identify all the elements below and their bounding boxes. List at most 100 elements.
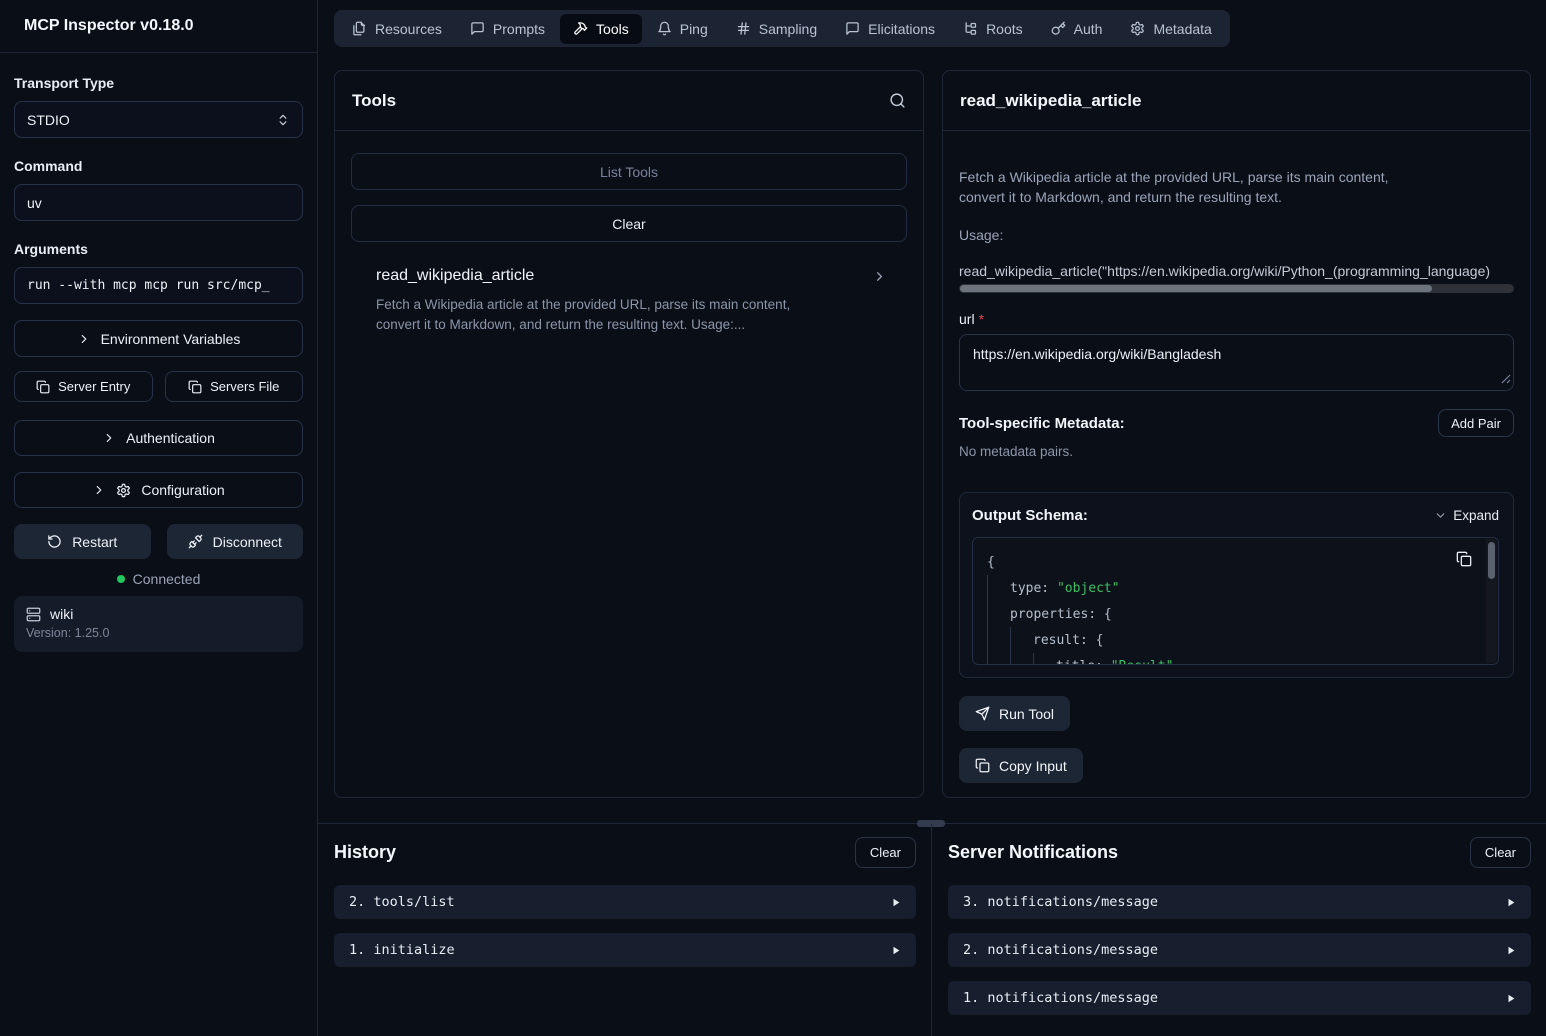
code-line: title: "Result" xyxy=(987,653,1472,665)
transport-type-label: Transport Type xyxy=(14,75,303,91)
usage-label: Usage: xyxy=(959,227,1514,243)
servers-file-button[interactable]: Servers File xyxy=(165,371,304,402)
notification-item[interactable]: 2. notifications/message xyxy=(948,933,1531,967)
chevron-right-icon xyxy=(102,431,116,445)
server-entry-row: Server Entry Servers File xyxy=(14,371,303,402)
key-icon xyxy=(1051,21,1066,36)
tab-ping[interactable]: Ping xyxy=(644,14,721,44)
main-content: Resources Prompts Tools Ping Sampling El… xyxy=(318,0,1546,1036)
code-line: { xyxy=(987,549,1472,575)
tab-elicitations[interactable]: Elicitations xyxy=(832,14,948,44)
usage-code: read_wikipedia_article("https://en.wikip… xyxy=(959,263,1514,279)
url-input[interactable]: https://en.wikipedia.org/wiki/Bangladesh xyxy=(959,334,1514,391)
detail-description: Fetch a Wikipedia article at the provide… xyxy=(959,167,1514,207)
connection-actions-row: Restart Disconnect xyxy=(14,524,303,559)
scrollbar-thumb[interactable] xyxy=(960,285,1432,292)
tab-metadata[interactable]: Metadata xyxy=(1117,14,1224,44)
vertical-divider xyxy=(931,824,932,1036)
list-tools-button[interactable]: List Tools xyxy=(351,153,907,190)
tree-icon xyxy=(963,21,978,36)
connected-dot-icon xyxy=(117,575,125,583)
server-version: Version: 1.25.0 xyxy=(26,626,291,640)
tab-sampling[interactable]: Sampling xyxy=(723,14,830,44)
run-tool-button[interactable]: Run Tool xyxy=(959,696,1070,731)
command-input[interactable] xyxy=(14,184,303,221)
gear-icon xyxy=(1130,21,1145,36)
sidebar-body: Transport Type STDIO Command Arguments E… xyxy=(0,53,317,652)
files-icon xyxy=(352,21,367,36)
arguments-label: Arguments xyxy=(14,241,303,257)
url-field-label: url* xyxy=(959,311,1514,327)
restart-button[interactable]: Restart xyxy=(14,524,151,559)
hash-icon xyxy=(736,21,751,36)
expand-play-icon xyxy=(891,897,901,908)
gear-icon xyxy=(116,483,131,498)
history-item[interactable]: 2. tools/list xyxy=(334,885,916,919)
history-pane: History Clear 2. tools/list 1. initializ… xyxy=(334,833,916,967)
output-schema-code: { type: "object" properties: { result: {… xyxy=(972,537,1499,665)
expand-schema-button[interactable]: Expand xyxy=(1434,508,1499,523)
connection-status-label: Connected xyxy=(133,571,201,587)
unplug-icon xyxy=(188,534,203,549)
configuration-button[interactable]: Configuration xyxy=(14,472,303,508)
tools-panel-title: Tools xyxy=(352,91,396,111)
copy-icon xyxy=(36,380,50,394)
clear-notifications-button[interactable]: Clear xyxy=(1470,837,1531,868)
server-entry-button[interactable]: Server Entry xyxy=(14,371,153,402)
history-item[interactable]: 1. initialize xyxy=(334,933,916,967)
tab-resources[interactable]: Resources xyxy=(339,14,455,44)
server-name: wiki xyxy=(50,606,73,622)
chevrons-up-down-icon xyxy=(276,113,290,127)
tool-detail-panel: read_wikipedia_article Fetch a Wikipedia… xyxy=(942,70,1531,798)
no-metadata-text: No metadata pairs. xyxy=(959,444,1514,459)
expand-play-icon xyxy=(891,945,901,956)
chevron-right-icon xyxy=(872,269,887,284)
add-pair-button[interactable]: Add Pair xyxy=(1438,409,1514,437)
detail-panel-title: read_wikipedia_article xyxy=(960,91,1141,111)
history-title: History xyxy=(334,842,396,863)
copy-schema-icon[interactable] xyxy=(1456,551,1472,567)
copy-input-button[interactable]: Copy Input xyxy=(959,748,1083,783)
code-line: result: { xyxy=(987,627,1472,653)
tool-list-item[interactable]: read_wikipedia_article Fetch a Wikipedia… xyxy=(335,267,923,335)
output-schema-label: Output Schema: xyxy=(972,507,1088,524)
metadata-label: Tool-specific Metadata: xyxy=(959,415,1125,432)
command-label: Command xyxy=(14,158,303,174)
tools-panel: Tools List Tools Clear read_wikipedia_ar… xyxy=(334,70,924,798)
transport-type-value: STDIO xyxy=(27,112,70,128)
nav-tabs: Resources Prompts Tools Ping Sampling El… xyxy=(334,10,1230,47)
tab-auth[interactable]: Auth xyxy=(1038,14,1116,44)
environment-variables-button[interactable]: Environment Variables xyxy=(14,320,303,357)
scrollbar-thumb[interactable] xyxy=(1488,542,1495,579)
app-title: MCP Inspector v0.18.0 xyxy=(24,17,194,35)
notification-item[interactable]: 3. notifications/message xyxy=(948,885,1531,919)
authentication-button[interactable]: Authentication xyxy=(14,420,303,456)
message-square-icon xyxy=(470,21,485,36)
search-icon[interactable] xyxy=(889,92,906,109)
expand-play-icon xyxy=(1506,993,1516,1004)
server-notifications-pane: Server Notifications Clear 3. notificati… xyxy=(948,833,1531,1015)
message-square-icon xyxy=(845,21,860,36)
tool-name: read_wikipedia_article xyxy=(376,267,887,285)
arguments-input[interactable] xyxy=(14,267,303,304)
hammer-icon xyxy=(573,21,588,36)
bell-icon xyxy=(657,21,672,36)
server-info-card: wiki Version: 1.25.0 xyxy=(14,596,303,652)
tab-roots[interactable]: Roots xyxy=(950,14,1036,44)
chevron-right-icon xyxy=(92,483,106,497)
expand-play-icon xyxy=(1506,945,1516,956)
notifications-title: Server Notifications xyxy=(948,842,1118,863)
disconnect-button[interactable]: Disconnect xyxy=(167,524,304,559)
clear-history-button[interactable]: Clear xyxy=(855,837,916,868)
clear-tools-button[interactable]: Clear xyxy=(351,205,907,242)
code-line: type: "object" xyxy=(987,575,1472,601)
tool-description: Fetch a Wikipedia article at the provide… xyxy=(376,295,846,335)
notification-item[interactable]: 1. notifications/message xyxy=(948,981,1531,1015)
sidebar: MCP Inspector v0.18.0 Transport Type STD… xyxy=(0,0,318,1036)
tab-tools[interactable]: Tools xyxy=(560,14,642,44)
usage-horizontal-scrollbar[interactable] xyxy=(959,284,1514,293)
schema-vertical-scrollbar[interactable] xyxy=(1486,539,1497,663)
tab-prompts[interactable]: Prompts xyxy=(457,14,558,44)
code-line: properties: { xyxy=(987,601,1472,627)
transport-type-select[interactable]: STDIO xyxy=(14,101,303,138)
